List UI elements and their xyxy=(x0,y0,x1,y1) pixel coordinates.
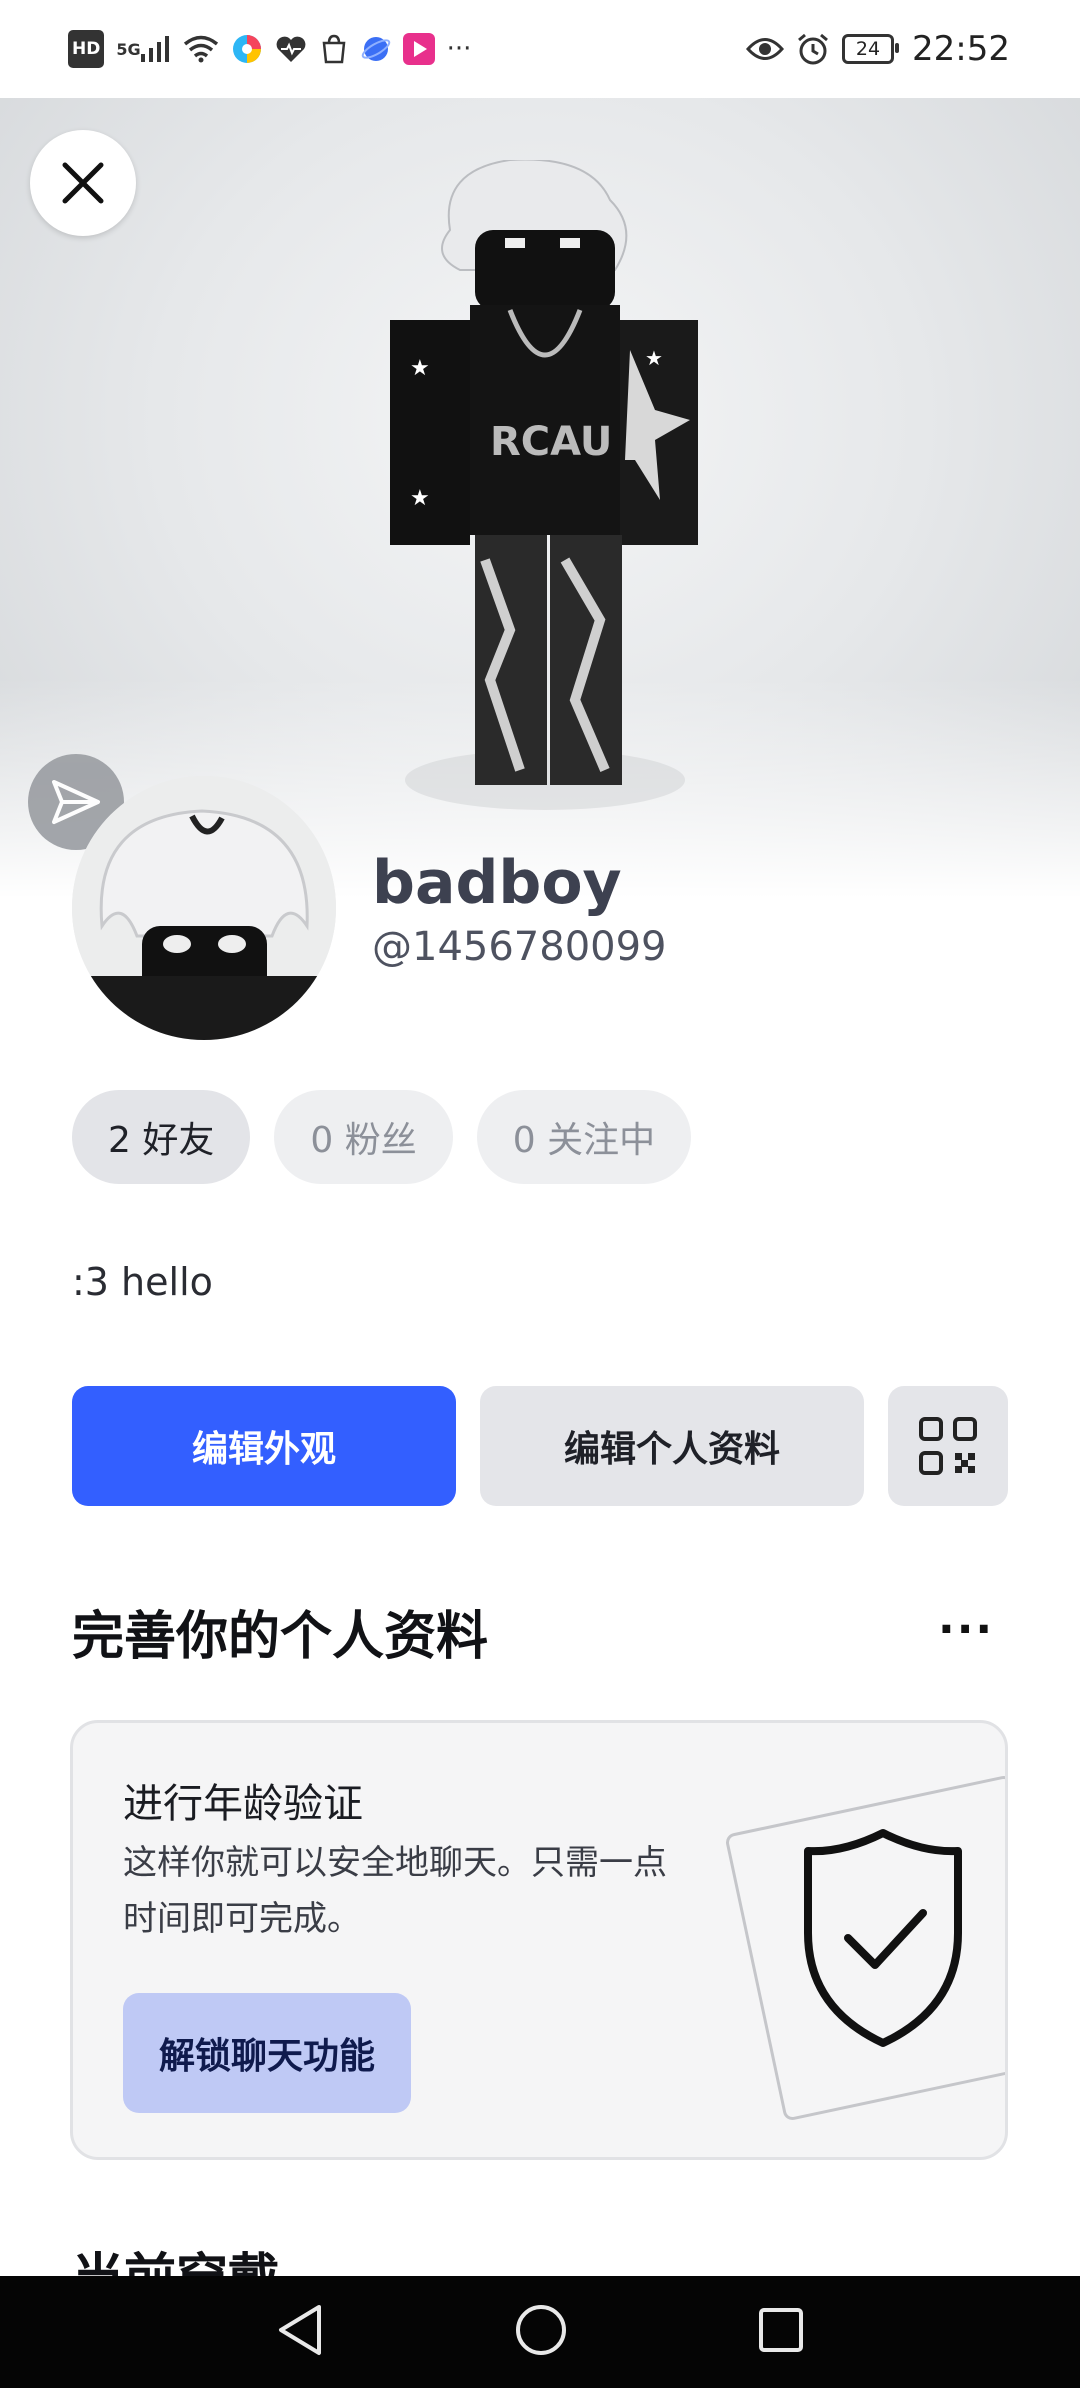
send-icon xyxy=(52,780,100,824)
more-notifications-icon: ··· xyxy=(446,34,472,64)
following-pill[interactable]: 0 关注中 xyxy=(476,1090,692,1184)
display-name: badboy xyxy=(372,848,622,918)
network-type: 5G xyxy=(116,39,141,59)
edit-profile-button[interactable]: 编辑个人资料 xyxy=(480,1386,864,1506)
bag-icon xyxy=(319,32,349,66)
age-verification-card: 进行年龄验证 这样你就可以安全地聊天。只需一点时间即可完成。 解锁聊天功能 xyxy=(70,1720,1008,2160)
home-icon xyxy=(515,2305,566,2355)
recents-icon xyxy=(759,2308,804,2352)
status-left: HD 5G ··· xyxy=(68,30,471,68)
followers-pill[interactable]: 0 粉丝 xyxy=(274,1090,453,1184)
status-right: 24 22:52 xyxy=(746,29,1010,69)
section-more-button[interactable]: ··· xyxy=(938,1604,994,1655)
home-button[interactable] xyxy=(514,2303,568,2361)
profile-actions: 编辑外观 编辑个人资料 xyxy=(72,1386,1008,1506)
svg-text:★: ★ xyxy=(410,486,430,511)
system-nav-bar xyxy=(0,2276,1080,2388)
svg-text:★: ★ xyxy=(645,346,663,370)
close-icon xyxy=(62,162,104,204)
signal-icon: 5G xyxy=(116,32,170,66)
planet-icon xyxy=(361,32,391,66)
card-title: 进行年龄验证 xyxy=(123,1781,363,1827)
qr-code-button[interactable] xyxy=(888,1386,1008,1506)
edit-avatar-button[interactable]: 编辑外观 xyxy=(72,1386,456,1506)
app-notification-icon xyxy=(231,32,263,66)
friends-pill[interactable]: 2 好友 xyxy=(72,1090,251,1184)
video-app-icon xyxy=(402,32,435,66)
health-icon xyxy=(275,32,307,66)
bio-text: :3 hello xyxy=(72,1260,213,1304)
svg-text:RCAU: RCAU xyxy=(490,419,612,465)
avatar-headshot xyxy=(72,776,336,1040)
hd-icon: HD xyxy=(68,30,105,68)
shield-check-icon xyxy=(726,1776,1005,2120)
eye-icon xyxy=(746,32,785,66)
svg-text:★: ★ xyxy=(410,356,430,381)
avatar[interactable] xyxy=(72,776,336,1040)
card-description: 这样你就可以安全地聊天。只需一点时间即可完成。 xyxy=(123,1843,667,1939)
avatar-3d-render: ★ ★ ★ RCAU xyxy=(390,160,698,810)
recents-button[interactable] xyxy=(757,2306,805,2358)
qr-code-icon xyxy=(919,1417,977,1475)
unlock-chat-button[interactable]: 解锁聊天功能 xyxy=(123,1993,411,2113)
close-button[interactable] xyxy=(30,130,136,236)
status-bar: HD 5G ··· 24 22:52 xyxy=(0,0,1080,98)
battery-icon: 24 xyxy=(842,34,900,64)
clock: 22:52 xyxy=(912,29,1010,69)
complete-profile-title: 完善你的个人资料 xyxy=(72,1607,489,1667)
stats-row: 2 好友 0 粉丝 0 关注中 xyxy=(72,1090,692,1184)
wifi-icon xyxy=(183,32,219,66)
back-button[interactable] xyxy=(275,2303,325,2361)
alarm-icon xyxy=(796,32,830,66)
username: @1456780099 xyxy=(372,924,667,970)
back-icon xyxy=(278,2305,321,2355)
